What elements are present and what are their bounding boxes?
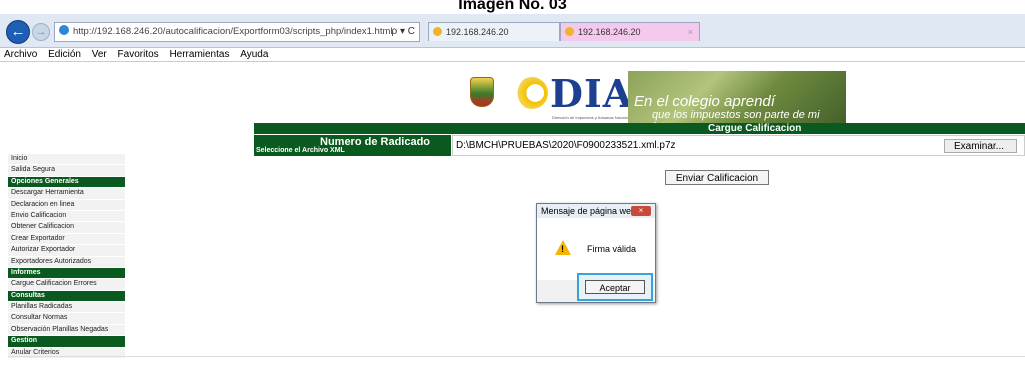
banner-slogan-1: En el colegio aprendí <box>634 93 775 110</box>
dialog-title: Mensaje de página web × <box>537 204 655 218</box>
ie-icon <box>59 25 69 35</box>
menu-herramientas[interactable]: Herramientas <box>169 49 229 60</box>
menu-edicion[interactable]: Edición <box>48 49 81 60</box>
upload-form-row: Numero de Radicado Seleccione el Archivo… <box>254 135 1025 156</box>
divider <box>8 356 1025 357</box>
warning-glyph: ! <box>561 244 564 254</box>
send-button[interactable]: Enviar Calificacion <box>665 170 769 185</box>
sidebar-item[interactable]: Cargue Calificacion Errores <box>8 279 125 291</box>
banner-photo: En el colegio aprendí que los impuestos … <box>628 71 846 123</box>
address-bar[interactable]: http://192.168.246.20/autocalificacion/E… <box>54 22 420 42</box>
message-dialog: Mensaje de página web × ! Firma válida A… <box>536 203 656 303</box>
menu-ver[interactable]: Ver <box>92 49 107 60</box>
accept-focus-highlight: Aceptar <box>577 273 653 301</box>
sidebar-item[interactable]: Inicio <box>8 154 125 166</box>
address-controls[interactable]: ρ ▾ C <box>392 23 416 41</box>
sidebar-item[interactable]: Consultar Normas <box>8 313 125 325</box>
browser-tab-1[interactable]: 192.168.246.20 <box>428 22 560 41</box>
sidebar-item[interactable]: Exportadores Autorizados <box>8 256 125 268</box>
sidebar-item[interactable]: Descargar Herramienta <box>8 188 125 200</box>
address-url: http://192.168.246.20/autocalificacion/E… <box>73 26 393 37</box>
dialog-body: ! Firma válida <box>537 218 655 280</box>
sidebar-menu: Inicio Salida Segura Opciones Generales Des… <box>8 154 125 360</box>
sidebar-item[interactable]: Planillas Radicadas <box>8 302 125 314</box>
tab-label: 192.168.246.20 <box>578 27 641 37</box>
section-header: Cargue Calificacion <box>254 123 1025 134</box>
tab-close-icon[interactable]: × <box>688 23 693 41</box>
sidebar-item[interactable]: Envio Calificacion <box>8 210 125 223</box>
coat-of-arms-icon <box>470 77 494 107</box>
sidebar-item[interactable]: Anular Criterios <box>8 347 125 360</box>
browse-button[interactable]: Examinar... <box>944 139 1017 153</box>
banner-slogan-2: que los impuestos son parte de mi futuro <box>652 109 820 123</box>
ie-icon <box>565 27 574 36</box>
forward-arrow-icon[interactable]: → <box>32 23 50 41</box>
ie-icon <box>433 27 442 36</box>
field-label-box: Numero de Radicado Seleccione el Archivo… <box>254 135 451 156</box>
sidebar-item[interactable]: Salida Segura <box>8 165 125 177</box>
sidebar-section-header: Consultas <box>8 290 125 303</box>
menu-favoritos[interactable]: Favoritos <box>118 49 159 60</box>
sun-logo-icon <box>516 77 548 109</box>
menu-archivo[interactable]: Archivo <box>4 49 37 60</box>
accept-button[interactable]: Aceptar <box>585 280 645 294</box>
dian-banner: DIAN Dirección de Impuestos y Aduanas Na… <box>470 71 846 123</box>
file-path-value: D:\BMCH\PRUEBAS\2020\F0900233521.xml.p7z <box>456 140 676 151</box>
sidebar-item[interactable]: Crear Exportador <box>8 233 125 246</box>
tab-label: 192.168.246.20 <box>446 27 509 37</box>
file-input[interactable]: D:\BMCH\PRUEBAS\2020\F0900233521.xml.p7z… <box>452 135 1025 156</box>
back-arrow-icon[interactable]: ← <box>6 20 30 44</box>
dialog-message: Firma válida <box>587 244 637 254</box>
menu-ayuda[interactable]: Ayuda <box>240 49 268 60</box>
image-caption: Imagen No. 03 <box>458 0 567 13</box>
dialog-title-text: Mensaje de página web <box>541 206 637 216</box>
sidebar-item[interactable]: Observación Planillas Negadas <box>8 324 125 337</box>
sidebar-section-header: Opciones Generales <box>8 176 125 189</box>
field-sublabel: Seleccione el Archivo XML <box>256 147 345 154</box>
sidebar-item[interactable]: Obtener Calificacion <box>8 222 125 234</box>
menu-bar: Archivo Edición Ver Favoritos Herramient… <box>0 48 1025 62</box>
sidebar-item[interactable]: Autorizar Exportador <box>8 245 125 257</box>
browser-tab-2[interactable]: 192.168.246.20 × <box>560 22 700 41</box>
sidebar-item[interactable]: Declaracion en linea <box>8 199 125 211</box>
page-title: Cargue Calificacion <box>708 123 802 134</box>
dian-logo-subtext: Dirección de Impuestos y Aduanas Naciona… <box>552 115 635 120</box>
close-icon[interactable]: × <box>631 206 651 216</box>
sidebar-section-header: Gestion <box>8 336 125 348</box>
sidebar-section-header: Informes <box>8 267 125 280</box>
browser-chrome: ← → http://192.168.246.20/autocalificaci… <box>0 14 1025 48</box>
